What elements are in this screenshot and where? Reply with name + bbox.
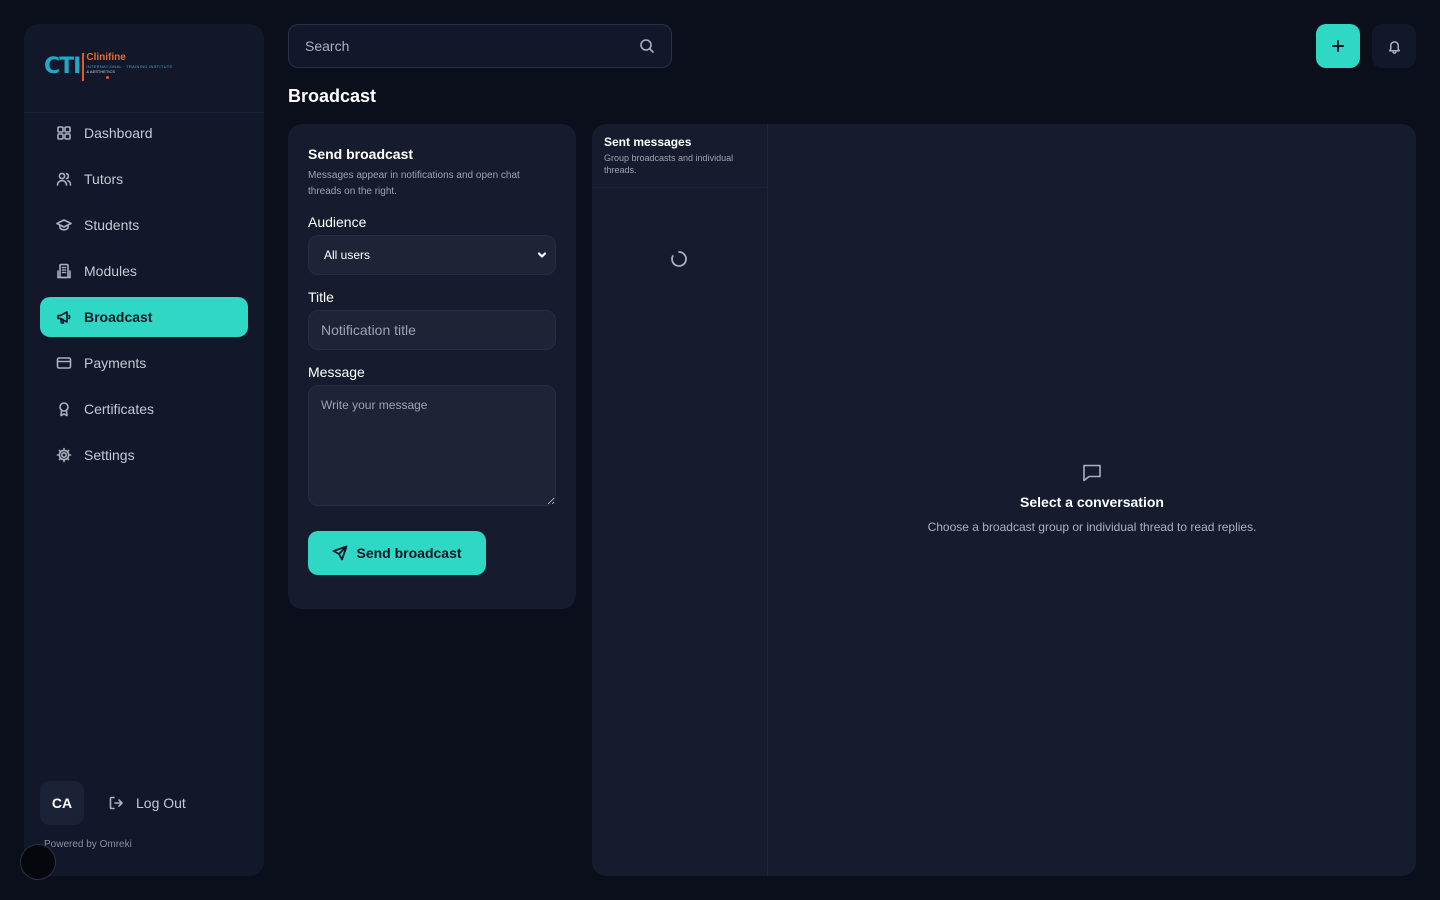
message-square-icon [1081,462,1103,484]
message-textarea[interactable] [308,385,556,506]
sidebar-item-label: Payments [84,355,147,371]
avatar[interactable]: CA [40,781,84,825]
send-broadcast-button[interactable]: Send broadcast [308,531,486,575]
logo-subtitle-2: & AESTHETICS [86,69,116,74]
grid-icon [56,125,72,141]
add-button[interactable] [1316,24,1360,68]
send-broadcast-label: Send broadcast [356,545,462,561]
floating-action-dot[interactable] [20,844,56,880]
send-broadcast-card: Send broadcast Messages appear in notifi… [288,124,576,609]
loading-spinner-icon [670,250,688,268]
sidebar-item-label: Tutors [84,171,124,187]
sidebar-item-tutors[interactable]: Tutors [40,159,248,199]
conversation-empty-state: Select a conversation Choose a broadcast… [768,462,1416,534]
logo-divider [82,53,85,81]
megaphone-icon [56,309,72,325]
empty-state-title: Select a conversation [1020,494,1164,510]
graduation-cap-icon [56,217,72,233]
search-bar [288,24,672,68]
audience-select[interactable]: All users [308,235,556,275]
sent-messages-title: Sent messages [604,135,692,149]
chevron-down-icon [537,252,547,258]
logo-dot [106,76,110,79]
logout-icon [109,796,123,810]
brand-logo[interactable]: CTI Clinifine INTERNATIONAL · TRAINING I… [24,24,264,113]
title-label: Title [308,289,334,305]
plus-icon [1332,40,1344,52]
sidebar-item-settings[interactable]: Settings [40,435,248,475]
building-icon [56,263,72,279]
logo-mark: CTI [44,54,81,79]
sidebar-item-students[interactable]: Students [40,205,248,245]
sidebar-item-label: Settings [84,447,135,463]
sidebar-nav: Dashboard Tutors Students Modules Broadc… [40,113,248,475]
search-input[interactable] [305,38,605,54]
award-icon [56,401,72,417]
audience-value: All users [324,248,371,262]
sidebar: CTI Clinifine INTERNATIONAL · TRAINING I… [24,24,264,876]
send-broadcast-description: Messages appear in notifications and ope… [308,170,520,197]
sidebar-item-label: Broadcast [84,309,153,325]
messages-panel: Sent messages Group broadcasts and indiv… [592,124,1416,876]
send-broadcast-title: Send broadcast [308,146,414,162]
sidebar-item-certificates[interactable]: Certificates [40,389,248,429]
sidebar-item-label: Students [84,217,140,233]
empty-state-text: Choose a broadcast group or individual t… [927,520,1257,534]
sent-messages-header: Sent messages Group broadcasts and indiv… [592,124,767,188]
sidebar-item-modules[interactable]: Modules [40,251,248,291]
notifications-button[interactable] [1372,24,1416,68]
search-icon[interactable] [639,38,655,54]
sidebar-item-label: Dashboard [84,125,153,141]
audience-label: Audience [308,214,367,230]
logout-button[interactable]: Log Out [108,795,186,811]
message-label: Message [308,364,365,380]
users-icon [56,171,72,187]
user-row: CA Log Out [40,781,186,825]
sidebar-item-label: Modules [84,263,137,279]
logo-name: Clinifine [86,52,126,63]
page-title: Broadcast [288,86,377,106]
sent-messages-subtitle: Group broadcasts and individual threads. [604,153,734,175]
powered-by: Powered by Omreki [44,839,132,850]
title-input[interactable] [308,310,556,350]
logout-label: Log Out [136,795,186,811]
gear-icon [56,447,72,463]
sidebar-item-payments[interactable]: Payments [40,343,248,383]
sidebar-item-broadcast[interactable]: Broadcast [40,297,248,337]
bell-icon [1388,40,1400,54]
credit-card-icon [56,355,72,371]
sidebar-item-label: Certificates [84,401,155,417]
sidebar-item-dashboard[interactable]: Dashboard [40,113,248,153]
sent-messages-list[interactable]: Sent messages Group broadcasts and indiv… [592,124,768,876]
send-icon [333,545,348,561]
